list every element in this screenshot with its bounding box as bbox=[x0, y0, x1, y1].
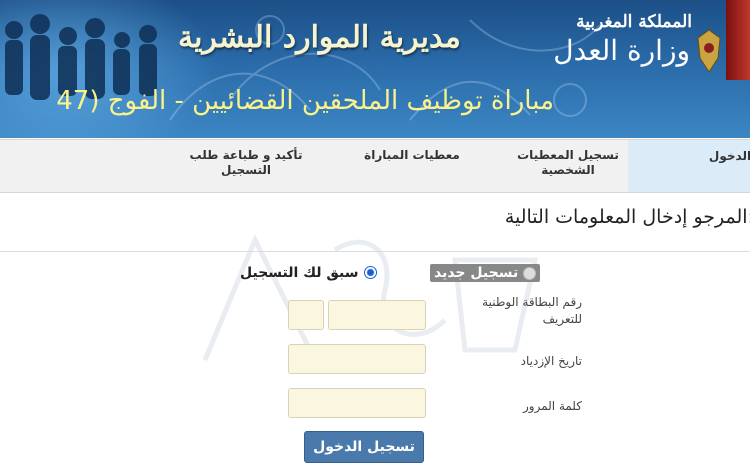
step-arrow-graphic bbox=[628, 140, 750, 192]
radio-new-registration[interactable]: تسجيل جديد bbox=[430, 262, 541, 282]
radio-existing-registration[interactable]: سبق لك التسجيل bbox=[240, 262, 377, 281]
people-silhouettes-graphic bbox=[5, 14, 157, 100]
step-active-indicator bbox=[628, 140, 750, 192]
cin-letters-input[interactable] bbox=[288, 300, 324, 330]
step-contest-data[interactable]: معطيات المباراة bbox=[352, 148, 472, 163]
cin-label: رقم البطاقة الوطنية للتعريف bbox=[482, 295, 582, 326]
radio-existing-button[interactable] bbox=[363, 266, 377, 279]
radio-new-label: تسجيل جديد bbox=[434, 265, 519, 281]
step-confirm-print[interactable]: تأكيد و طباعة طلب التسجيل bbox=[186, 148, 306, 178]
ministry-label: وزارة العدل bbox=[553, 34, 690, 67]
password-label: كلمة المرور bbox=[522, 399, 582, 413]
step-login[interactable]: الدخول bbox=[700, 149, 750, 164]
radio-new-button[interactable] bbox=[523, 266, 537, 280]
header-banner: المملكة المغربية وزارة العدل مديرية المو… bbox=[0, 0, 750, 138]
coat-of-arms-icon bbox=[697, 29, 721, 73]
birthdate-label: تاريخ الإزدياد bbox=[520, 354, 582, 368]
radio-existing-label: سبق لك التسجيل bbox=[240, 265, 359, 281]
contest-title: مباراة توظيف الملحقين القضائيين - الفوج … bbox=[56, 86, 554, 116]
flag-graphic bbox=[726, 0, 750, 80]
step-personal-data[interactable]: تسجيل المعطيات الشخصية bbox=[508, 148, 628, 178]
cin-number-input[interactable] bbox=[328, 300, 426, 330]
login-button[interactable]: تسجيل الدخول bbox=[304, 431, 424, 463]
password-input[interactable] bbox=[288, 388, 426, 418]
registration-steps: الدخول تسجيل المعطيات الشخصية معطيات الم… bbox=[0, 139, 750, 193]
kingdom-label: المملكة المغربية bbox=[576, 12, 692, 32]
form-instruction: المرجو إدخال المعلومات التالية: bbox=[504, 206, 750, 228]
department-title: مديرية الموارد البشرية bbox=[178, 20, 461, 55]
divider bbox=[0, 251, 750, 252]
birthdate-input[interactable] bbox=[288, 344, 426, 374]
